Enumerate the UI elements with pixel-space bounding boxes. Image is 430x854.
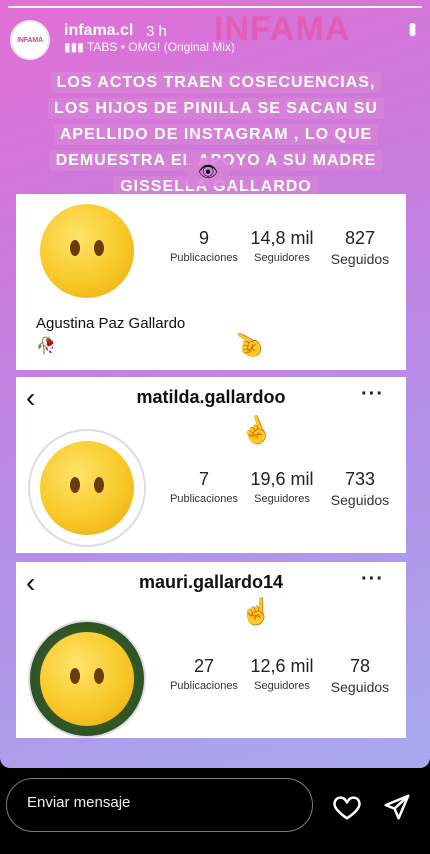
more-options-icon[interactable]: ••• [400, 22, 425, 33]
profile-handle: mauri.gallardo14 [138, 572, 284, 592]
emoji-eye [94, 477, 104, 493]
profile-name: Agustina Paz Gallardo [36, 315, 186, 332]
emoji-eye [70, 477, 80, 493]
followers-count: 12,6 mil [250, 656, 314, 676]
profile-picture [36, 200, 138, 302]
message-box[interactable] [6, 778, 313, 832]
following-count: 78 [349, 656, 371, 676]
profile-card-mauri: ‹ mauri.gallardo14 ··· ☝️ 27 Publicacion… [16, 562, 406, 738]
message-input[interactable] [25, 793, 299, 812]
posts-stat[interactable]: 7 Publicaciones [166, 469, 242, 505]
no-mouth-face-icon [40, 441, 134, 535]
followers-count: 19,6 mil [250, 469, 314, 489]
pointing-hand-icon: ☝️ [235, 410, 277, 450]
followers-count: 14,8 mil [250, 228, 314, 248]
heart-icon[interactable] [332, 792, 362, 822]
following-label: Seguidos [330, 679, 390, 695]
following-label: Seguidos [330, 492, 390, 508]
posts-count: 7 [198, 469, 209, 489]
followers-stat[interactable]: 19,6 mil Seguidores [244, 469, 320, 505]
profile-card-agustina: 9 Publicaciones 14,8 mil Seguidores 827 … [16, 194, 406, 370]
emoji-eye [70, 240, 80, 256]
followers-label: Seguidores [254, 680, 310, 692]
post-time: 3 h [146, 23, 167, 40]
profile-picture[interactable] [28, 620, 146, 738]
story-frame[interactable]: INFAMA infama.cl 3 h ▮▮▮ TABS • OMG! (Or… [0, 0, 430, 768]
followers-label: Seguidores [254, 493, 310, 505]
profile-picture[interactable] [28, 429, 146, 547]
infama-watermark: INFAMA [214, 10, 351, 48]
account-avatar[interactable]: INFAMA [10, 20, 50, 60]
story-progress-bar [8, 6, 422, 8]
emoji-eye [70, 668, 80, 684]
posts-label: Publicaciones [170, 493, 238, 505]
no-mouth-face-icon [40, 204, 134, 298]
following-count: 733 [344, 469, 376, 489]
send-icon[interactable] [382, 792, 412, 822]
posts-label: Publicaciones [170, 252, 238, 264]
more-options-icon[interactable]: ··· [361, 383, 384, 406]
more-options-icon[interactable]: ··· [361, 568, 384, 591]
pointing-hand-icon: ☝️ [226, 323, 269, 367]
followers-label: Seguidores [254, 252, 310, 264]
posts-label: Publicaciones [170, 680, 238, 692]
pointing-hand-icon: ☝️ [240, 596, 273, 626]
profile-card-matilda: ‹ matilda.gallardoo ··· ☝️ 7 Publicacion… [16, 377, 406, 553]
followers-stat[interactable]: 14,8 mil Seguidores [244, 228, 320, 264]
eye-emoji-icon: 👁 [186, 158, 230, 186]
music-title: TABS • OMG! (Original Mix) [86, 40, 235, 54]
followers-stat[interactable]: 12,6 mil Seguidores [244, 656, 320, 692]
no-mouth-face-icon [40, 632, 134, 726]
following-stat[interactable]: 827 Seguidos [322, 228, 398, 267]
account-username[interactable]: infama.cl [64, 22, 133, 40]
posts-count: 9 [198, 228, 209, 248]
posts-stat[interactable]: 9 Publicaciones [166, 228, 242, 264]
story-footer [0, 768, 430, 854]
profile-handle: matilda.gallardoo [136, 387, 286, 407]
following-label: Seguidos [330, 251, 390, 267]
following-stat[interactable]: 78 Seguidos [322, 656, 398, 695]
rose-icon: 🥀 [36, 338, 56, 355]
posts-count: 27 [193, 656, 215, 676]
following-stat[interactable]: 733 Seguidos [322, 469, 398, 508]
emoji-eye [94, 668, 104, 684]
posts-stat[interactable]: 27 Publicaciones [166, 656, 242, 692]
music-bars-icon: ▮▮▮ [64, 40, 87, 54]
music-info[interactable]: ▮▮▮ TABS • OMG! (Original Mix) [64, 40, 235, 54]
following-count: 827 [344, 228, 376, 248]
emoji-eye [94, 240, 104, 256]
